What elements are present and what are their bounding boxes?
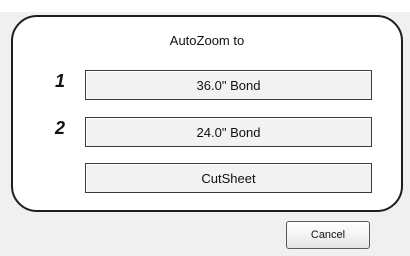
- cancel-button[interactable]: Cancel: [286, 221, 370, 249]
- top-strip: [0, 0, 410, 12]
- option-number-2: 2: [55, 118, 66, 138]
- zoom-cutsheet-button[interactable]: CutSheet: [85, 163, 372, 193]
- zoom-24-bond-button[interactable]: 24.0" Bond: [85, 117, 372, 147]
- zoom-36-bond-button[interactable]: 36.0" Bond: [85, 70, 372, 100]
- autozoom-dialog: AutoZoom to 1 36.0" Bond 2 24.0" Bond Cu…: [0, 0, 410, 256]
- autozoom-panel: AutoZoom to 1 36.0" Bond 2 24.0" Bond Cu…: [11, 15, 403, 212]
- option-number-1: 1: [55, 71, 66, 91]
- panel-title: AutoZoom to: [169, 33, 245, 48]
